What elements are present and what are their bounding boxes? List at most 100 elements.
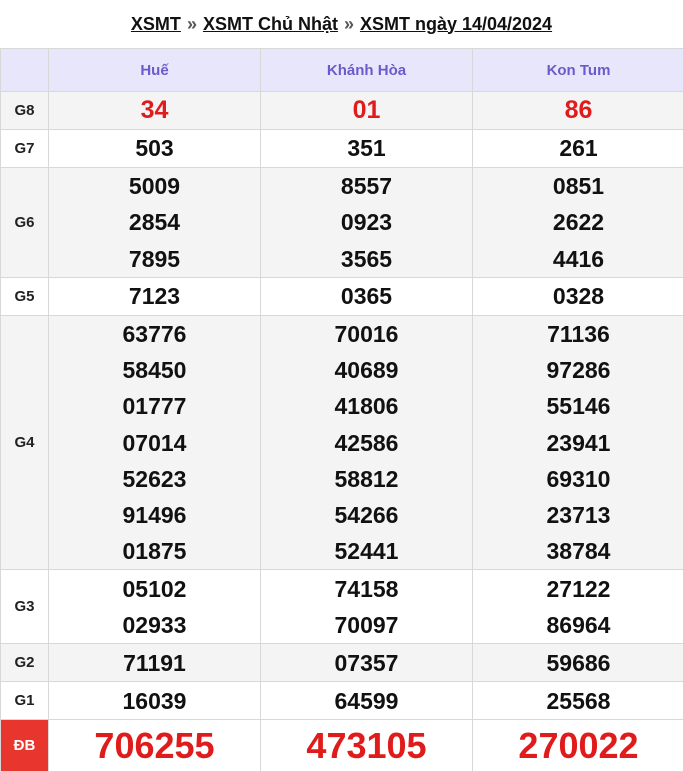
prize-number: 63776 [122, 321, 187, 347]
prize-row-g2: G2 71191 07357 59686 [0, 643, 683, 683]
prize-number: 473105 [306, 724, 427, 766]
prize-row-g8: G8 34 01 86 [0, 91, 683, 130]
results-table: Huế Khánh Hòa Kon Tum G8 34 01 86 G7 503 351 26… [0, 48, 683, 772]
prize-label: G7 [0, 129, 49, 168]
breadcrumb-xsmt-date-link[interactable]: XSMT ngày 14/04/2024 [360, 14, 552, 35]
province-header-hue: Huế [48, 48, 261, 92]
prize-cell: 270022 [472, 719, 683, 772]
province-header-kon-tum: Kon Tum [472, 48, 683, 92]
prize-row-g1: G1 16039 64599 25568 [0, 681, 683, 721]
prize-cell: 86 [472, 91, 683, 130]
province-header-row: Huế Khánh Hòa Kon Tum [0, 48, 683, 92]
prize-number: 8557 [340, 173, 393, 200]
prize-number: 71136 [547, 321, 610, 347]
breadcrumb-separator: » [186, 13, 197, 34]
prize-number: 2622 [552, 209, 605, 236]
prize-cell: 0851 2622 4416 [472, 167, 683, 278]
breadcrumb: XSMT » XSMT Chủ Nhật » XSMT ngày 14/04/2… [0, 0, 683, 48]
prize-number: 64599 [334, 687, 399, 714]
prize-cell: 8557 0923 3565 [260, 167, 473, 278]
prize-cell: 71191 [48, 643, 261, 683]
prize-number: 38784 [546, 538, 611, 565]
prize-number: 01875 [122, 538, 187, 565]
prize-number: 503 [135, 135, 174, 162]
prize-number: 05102 [122, 575, 187, 602]
prize-number: 270022 [518, 724, 639, 766]
prize-label: G5 [0, 277, 49, 316]
prize-number: 0923 [340, 209, 393, 236]
prize-cell: 63776 58450 01777 07014 52623 91496 01875 [48, 314, 261, 571]
prize-number: 97286 [546, 357, 611, 384]
prize-row-g3: G3 05102 02933 74158 70097 27122 86964 [0, 569, 683, 645]
prize-number: 2854 [128, 209, 181, 236]
breadcrumb-xsmt-link[interactable]: XSMT [131, 14, 181, 35]
prize-cell: 706255 [48, 719, 261, 772]
prize-cell: 01 [260, 91, 473, 130]
prize-row-db: ĐB 706255 473105 270022 [0, 719, 683, 772]
province-header-khanh-hoa: Khánh Hòa [260, 48, 473, 92]
prize-number: 0851 [552, 173, 605, 200]
prize-number: 07014 [122, 429, 187, 456]
prize-number: 0365 [340, 283, 393, 310]
prize-number: 74158 [334, 575, 399, 602]
prize-number: 54266 [334, 501, 399, 528]
prize-number: 23713 [546, 501, 611, 528]
prize-number: 86964 [546, 611, 611, 638]
prize-number: 351 [347, 135, 386, 162]
prize-number: 58812 [334, 465, 399, 492]
prize-number: 91496 [122, 501, 187, 528]
prize-cell: 59686 [472, 643, 683, 683]
prize-row-g4: G4 63776 58450 01777 07014 52623 91496 01875 700… [0, 314, 683, 571]
prize-row-g7: G7 503 351 261 [0, 129, 683, 168]
prize-cell: 473105 [260, 719, 473, 772]
prize-cell: 0365 [260, 277, 473, 316]
prize-cell: 70016 40689 41806 42586 58812 54266 52441 [260, 314, 473, 571]
prize-number: 16039 [122, 687, 187, 714]
prize-number: 7123 [128, 283, 181, 310]
prize-row-g6: G6 5009 2854 7895 8557 0923 3565 0851 2622 4416 [0, 167, 683, 278]
prize-number: 706255 [94, 724, 215, 766]
prize-number: 59686 [546, 649, 611, 676]
prize-number: 01 [352, 96, 381, 125]
prize-number: 07357 [334, 649, 399, 676]
prize-number: 3565 [340, 245, 393, 272]
prize-number: 86 [564, 96, 593, 125]
prize-number: 34 [140, 96, 169, 125]
prize-cell: 74158 70097 [260, 569, 473, 645]
prize-cell: 25568 [472, 681, 683, 721]
prize-number: 55146 [546, 393, 611, 420]
prize-cell: 07357 [260, 643, 473, 683]
header-corner [0, 48, 49, 92]
prize-cell: 34 [48, 91, 261, 130]
prize-number: 01777 [122, 393, 187, 420]
prize-cell: 0328 [472, 277, 683, 316]
prize-cell: 71136 97286 55146 23941 69310 23713 38784 [472, 314, 683, 571]
prize-label: G6 [0, 167, 49, 278]
prize-cell: 351 [260, 129, 473, 168]
prize-label: G1 [0, 681, 49, 721]
prize-number: 261 [559, 135, 598, 162]
prize-number: 42586 [334, 429, 399, 456]
prize-number: 23941 [546, 429, 611, 456]
prize-cell: 261 [472, 129, 683, 168]
breadcrumb-xsmt-chu-nhat-link[interactable]: XSMT Chủ Nhật [203, 14, 338, 35]
prize-number: 52623 [122, 465, 187, 492]
prize-number: 70097 [334, 611, 399, 638]
prize-number: 4416 [552, 245, 605, 272]
prize-number: 71191 [123, 649, 186, 676]
prize-number: 41806 [334, 393, 399, 420]
prize-number: 40689 [334, 357, 399, 384]
prize-cell: 05102 02933 [48, 569, 261, 645]
prize-number: 52441 [334, 538, 399, 565]
prize-cell: 503 [48, 129, 261, 168]
prize-number: 5009 [128, 173, 181, 200]
prize-row-g5: G5 7123 0365 0328 [0, 277, 683, 316]
prize-number: 27122 [546, 575, 611, 602]
prize-number: 02933 [122, 611, 187, 638]
prize-cell: 16039 [48, 681, 261, 721]
prize-number: 70016 [334, 321, 399, 347]
prize-cell: 27122 86964 [472, 569, 683, 645]
prize-number: 7895 [128, 245, 181, 272]
prize-number: 58450 [122, 357, 187, 384]
prize-cell: 5009 2854 7895 [48, 167, 261, 278]
